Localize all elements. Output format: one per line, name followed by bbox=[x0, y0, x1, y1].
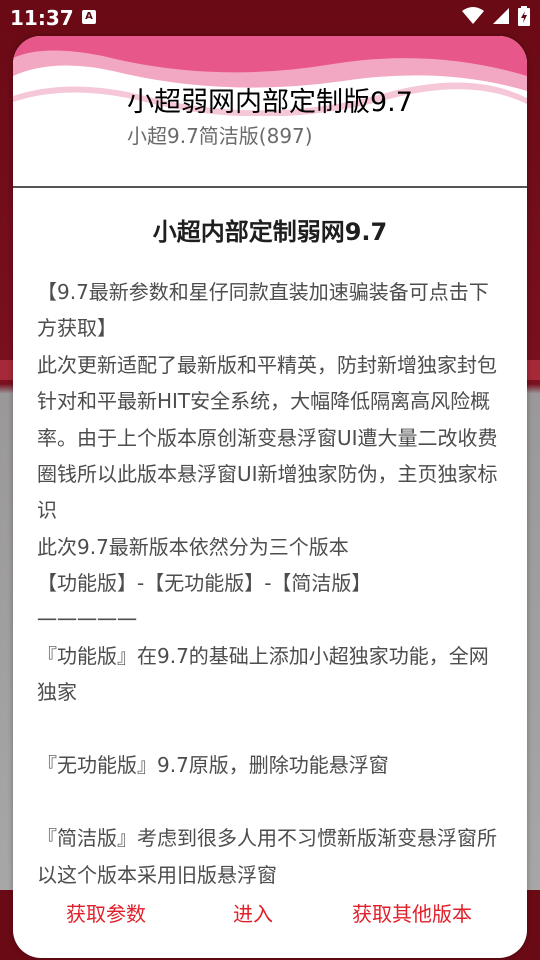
battery-icon bbox=[518, 6, 530, 26]
dialog-actions: 获取参数 进入 获取其他版本 bbox=[13, 898, 527, 932]
header-divider bbox=[13, 186, 527, 188]
content-body: 【9.7最新参数和星仔同款直装加速骗装备可点击下方获取】 此次更新适配了最新版和… bbox=[37, 280, 498, 887]
status-time: 11:37 bbox=[10, 6, 74, 30]
signal-icon bbox=[492, 7, 510, 25]
enter-button[interactable]: 进入 bbox=[233, 898, 273, 927]
status-icons bbox=[462, 6, 530, 26]
status-bar: 11:37 A bbox=[0, 0, 540, 36]
dialog-title: 小超弱网内部定制版9.7 bbox=[127, 87, 413, 118]
other-versions-button[interactable]: 获取其他版本 bbox=[352, 898, 472, 927]
dialog-subtitle: 小超9.7简洁版(897) bbox=[127, 124, 313, 148]
notification-badge: A bbox=[82, 10, 96, 24]
get-parameters-button[interactable]: 获取参数 bbox=[66, 898, 146, 927]
dialog: 小超弱网内部定制版9.7 小超9.7简洁版(897) 小超内部定制弱网9.7 【… bbox=[13, 36, 527, 958]
dialog-header: 小超弱网内部定制版9.7 小超9.7简洁版(897) bbox=[13, 36, 527, 186]
wifi-icon bbox=[462, 7, 484, 25]
content-title: 小超内部定制弱网9.7 bbox=[152, 218, 388, 246]
